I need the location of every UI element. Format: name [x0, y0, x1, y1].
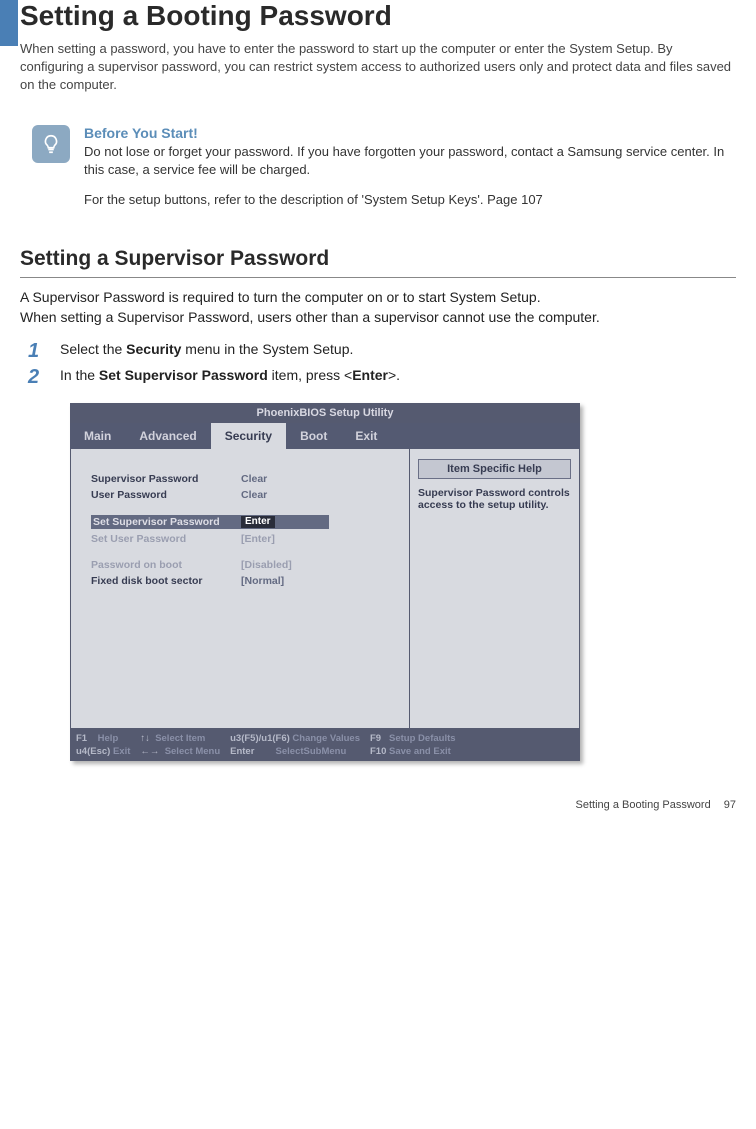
step-1: 1 Select the Security menu in the System…: [28, 341, 736, 361]
step-text: >.: [388, 367, 400, 383]
steps-list: 1 Select the Security menu in the System…: [28, 341, 736, 387]
bios-value: Enter: [241, 516, 275, 528]
bios-label: Fixed disk boot sector: [91, 575, 241, 587]
bios-body: Supervisor Password Clear User Password …: [70, 449, 580, 729]
bios-title: PhoenixBIOS Setup Utility: [70, 403, 580, 423]
accent-bar: [0, 0, 18, 46]
section-title: Setting a Supervisor Password: [20, 247, 736, 271]
bios-key: u3(F5)/u1(F6): [230, 733, 290, 744]
bios-label: Set User Password: [91, 533, 241, 545]
bios-action: Change Values: [292, 733, 360, 744]
bios-value: [Normal]: [241, 575, 284, 587]
bios-screenshot: PhoenixBIOS Setup Utility Main Advanced …: [70, 403, 580, 761]
bios-left-panel: Supervisor Password Clear User Password …: [71, 449, 409, 728]
bios-key: F10: [370, 746, 386, 757]
bios-tab-exit: Exit: [341, 423, 391, 449]
bios-label: Password on boot: [91, 559, 241, 571]
bios-action: SelectSubMenu: [276, 746, 347, 757]
page-title: Setting a Booting Password: [20, 0, 736, 32]
bios-key: F9: [370, 733, 381, 744]
lightbulb-icon: [32, 125, 70, 163]
tip-title: Before You Start!: [84, 125, 736, 141]
tip-box: Before You Start! Do not lose or forget …: [32, 125, 736, 179]
step-text: In the: [60, 367, 99, 383]
section-divider: [20, 277, 736, 278]
bios-key: Enter: [230, 746, 254, 757]
bios-key: u4(Esc): [76, 746, 110, 757]
bios-value: [Disabled]: [241, 559, 292, 571]
step-2: 2 In the Set Supervisor Password item, p…: [28, 367, 736, 387]
bios-help-title: Item Specific Help: [418, 459, 571, 479]
tip-text: Do not lose or forget your password. If …: [84, 143, 736, 179]
bios-tab-advanced: Advanced: [125, 423, 210, 449]
bios-action: Select Menu: [165, 746, 220, 757]
bios-action: Help: [98, 733, 119, 744]
intro-text: When setting a password, you have to ent…: [20, 40, 736, 95]
bios-tabs: Main Advanced Security Boot Exit: [70, 423, 580, 449]
bios-row: Password on boot [Disabled]: [91, 559, 399, 571]
bios-tab-boot: Boot: [286, 423, 341, 449]
step-bold: Security: [126, 341, 181, 357]
bios-action: Setup Defaults: [389, 733, 456, 744]
step-text: menu in the System Setup.: [181, 341, 353, 357]
page-footer: Setting a Booting Password 97: [576, 799, 736, 811]
bios-value: [Enter]: [241, 533, 275, 545]
bios-footer: F1 Help u4(Esc) Exit ↑↓ Select Item ←→ S…: [70, 729, 580, 761]
bios-action: Select Item: [155, 733, 205, 744]
bios-row: Supervisor Password Clear: [91, 473, 399, 485]
bios-value: Clear: [241, 473, 267, 485]
bios-key: F1: [76, 733, 87, 744]
bios-label: Supervisor Password: [91, 473, 241, 485]
step-number: 2: [28, 367, 48, 387]
bios-tab-security: Security: [211, 423, 286, 449]
step-text: Select the: [60, 341, 126, 357]
bios-tab-main: Main: [70, 423, 125, 449]
bios-action: Save and Exit: [389, 746, 451, 757]
bios-key: ↑↓: [140, 733, 150, 744]
bios-key: ←→: [140, 746, 159, 757]
step-bold: Set Supervisor Password: [99, 367, 268, 383]
step-text: item, press <: [268, 367, 352, 383]
bios-action: Exit: [113, 746, 130, 757]
footer-label: Setting a Booting Password: [576, 799, 711, 811]
bios-help-text: Supervisor Password controls access to t…: [418, 487, 571, 511]
bios-help-panel: Item Specific Help Supervisor Password c…: [409, 449, 579, 728]
tip-subtext: For the setup buttons, refer to the desc…: [84, 191, 736, 209]
bios-row-selected: Set Supervisor Password Enter: [91, 515, 329, 529]
bios-label: Set Supervisor Password: [93, 516, 241, 528]
bios-row: Set User Password [Enter]: [91, 533, 399, 545]
step-number: 1: [28, 341, 48, 361]
bios-value: Clear: [241, 489, 267, 501]
bios-label: User Password: [91, 489, 241, 501]
step-bold: Enter: [352, 367, 388, 383]
bios-row: Fixed disk boot sector [Normal]: [91, 575, 399, 587]
bios-row: User Password Clear: [91, 489, 399, 501]
section-intro: A Supervisor Password is required to tur…: [20, 288, 736, 327]
page-number: 97: [724, 799, 736, 811]
